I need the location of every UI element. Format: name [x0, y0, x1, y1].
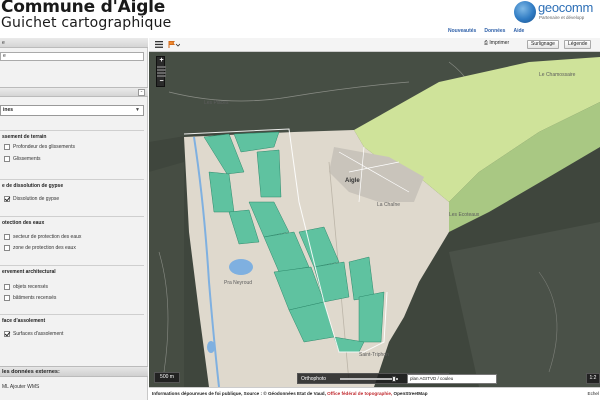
layer-checkbox[interactable]: [4, 196, 10, 202]
map-place-label: Aigle: [345, 178, 360, 184]
scale-bar: 500 m: [154, 372, 180, 383]
layer-item[interactable]: Profondeur des glissements: [4, 143, 75, 151]
layer-checkbox[interactable]: [4, 234, 10, 240]
scale-ratio: 1:2: [586, 373, 600, 384]
printer-icon: ⎙: [484, 40, 489, 46]
nav-nouveautes[interactable]: Nouveautés: [448, 28, 476, 36]
layer-checkbox[interactable]: [4, 156, 10, 162]
collapse-icon[interactable]: -: [138, 89, 145, 96]
layer-group-title: e de dissolution de gypse: [2, 183, 64, 189]
orthophoto-label: Orthophoto: [301, 376, 327, 382]
theme-select-value: ines: [3, 107, 14, 113]
map-place-label: La Chaîne: [377, 202, 401, 208]
layer-checkbox[interactable]: [4, 245, 10, 251]
map-place-label: Les Places: [204, 100, 229, 106]
basemap-select[interactable]: plan AGITVD / couleu: [407, 374, 497, 384]
layers-panel-header[interactable]: -: [0, 87, 148, 97]
menu-icon[interactable]: [155, 41, 163, 48]
top-nav: Nouveautés Données Aide: [448, 28, 524, 36]
page-subtitle: Guichet cartographique: [1, 15, 172, 31]
zoom-slider-step[interactable]: [157, 69, 166, 71]
attribution-text: Informations dépourvues de foi publique,…: [152, 391, 326, 396]
swisstopo-link[interactable]: Office fédéral de topographie,: [327, 391, 392, 396]
layer-group-architectural: ervement architectural objets recensés b…: [0, 265, 144, 309]
legend-label: Légende: [568, 41, 588, 47]
chevron-down-icon: ▼: [135, 107, 140, 113]
layer-checkbox[interactable]: [4, 284, 10, 290]
flag-icon[interactable]: [168, 41, 180, 48]
layer-group-eaux: otection des eaux secteur de protection …: [0, 216, 144, 260]
geocommunes-logo[interactable]: geocomm Partenaire et développ: [512, 0, 600, 26]
layer-label: bâtiments recensés: [13, 295, 57, 301]
search-panel-title: e: [2, 40, 5, 46]
layer-item[interactable]: Surfaces d'assolement: [4, 330, 63, 338]
map-view[interactable]: + − Les Places Aigle La Chaîne Pra Neyro…: [149, 52, 600, 387]
layer-label: zone de protection des eaux: [13, 245, 76, 251]
zoom-control: + −: [156, 56, 166, 87]
external-data-title: les données externes:: [2, 369, 60, 375]
layer-item[interactable]: bâtiments recensés: [4, 294, 56, 302]
layer-item[interactable]: Dissolution de gypse: [4, 195, 59, 203]
layer-label: Surfaces d'assolement: [13, 331, 64, 337]
layer-group-title: ssement de terrain: [2, 134, 47, 140]
attribution-footer: Informations dépourvues de foi publique,…: [149, 387, 600, 400]
theme-select[interactable]: ines ▼: [0, 105, 144, 116]
map-place-label: Les Ecoteaux: [449, 212, 480, 218]
zoom-slider-step[interactable]: [157, 66, 166, 68]
layer-label: Glissements: [13, 156, 41, 162]
layer-group-title: ervement architectural: [2, 269, 56, 275]
map-place-label: Le Chamossaire: [539, 72, 576, 78]
orthophoto-slider-handle[interactable]: [392, 376, 396, 382]
layer-checkbox[interactable]: [4, 331, 10, 337]
layer-item[interactable]: Glissements: [4, 155, 41, 163]
layer-group-title: otection des eaux: [2, 220, 45, 226]
zoom-out-button[interactable]: −: [157, 78, 166, 86]
map-place-label: Saint-Triphon: [359, 352, 389, 358]
add-wms-link[interactable]: ML Ajouter WMS: [2, 384, 39, 390]
overlay-button[interactable]: Surlignage: [527, 40, 559, 49]
layer-item[interactable]: objets recensés: [4, 283, 48, 291]
layer-checkbox[interactable]: [4, 144, 10, 150]
nav-aide[interactable]: Aide: [513, 28, 524, 36]
layer-checkbox[interactable]: [4, 295, 10, 301]
sidebar: e e - ines ▼ ssement de terrain Profonde…: [0, 38, 148, 400]
print-label: Imprimer: [489, 40, 510, 46]
layer-label: secteur de protection des eaux: [13, 234, 82, 240]
search-input[interactable]: e: [0, 52, 144, 61]
layer-label: Dissolution de gypse: [13, 196, 60, 202]
layer-label: objets recensés: [13, 284, 49, 290]
zoom-in-button[interactable]: +: [157, 57, 166, 65]
map-place-label: Pra Neyroud: [224, 280, 253, 286]
layer-group-gypse: e de dissolution de gypse Dissolution de…: [0, 179, 144, 212]
layer-item[interactable]: secteur de protection des eaux: [4, 233, 81, 241]
zoom-slider-step[interactable]: [157, 75, 166, 77]
logo-wordmark: geocomm: [538, 0, 593, 15]
layer-group-glissement: ssement de terrain Profondeur des glisse…: [0, 130, 144, 172]
map-toolbar: ⎙ Imprimer Surlignage Légende: [149, 38, 600, 52]
print-button[interactable]: ⎙ Imprimer: [484, 40, 509, 49]
app-header: Commune d'Aigle Guichet cartographique g…: [0, 0, 600, 38]
search-panel-header[interactable]: e: [0, 38, 148, 48]
layer-group-assolement: face d'assolement Surfaces d'assolement: [0, 314, 144, 348]
orthophoto-slider[interactable]: [340, 376, 398, 382]
zoom-slider-step[interactable]: [157, 72, 166, 74]
nav-donnees[interactable]: Données: [484, 28, 505, 36]
layer-label: Profondeur des glissements: [13, 144, 75, 150]
legend-button[interactable]: Légende: [564, 40, 592, 49]
globe-icon: [514, 1, 536, 23]
external-data-header[interactable]: les données externes:: [0, 366, 148, 377]
osm-link[interactable]: OpenStreetMap: [394, 391, 428, 396]
layer-group-title: face d'assolement: [2, 318, 46, 324]
layer-item[interactable]: zone de protection des eaux: [4, 244, 76, 252]
logo-tagline: Partenaire et développ: [539, 15, 585, 20]
scale-label: Echel: [587, 391, 600, 396]
